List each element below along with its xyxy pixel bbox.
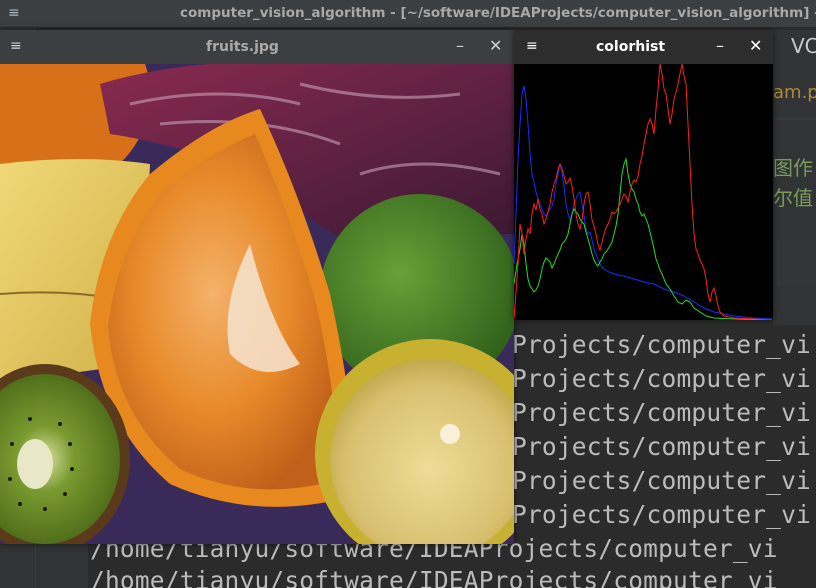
console-line: /home/tianyu/software/IDEAProjects/compu…: [90, 566, 778, 588]
colorhist-window[interactable]: ≡ colorhist – ✕: [513, 30, 773, 321]
window-title: colorhist: [596, 39, 666, 55]
hamburger-icon[interactable]: ≡: [10, 38, 22, 54]
console-line: Projects/computer_vi: [512, 364, 812, 393]
desktop: VC am.p 图作 尔值 Projects/computer_vi Proje…: [0, 0, 816, 588]
window-title: fruits.jpg: [206, 39, 279, 55]
console-line: Projects/computer_vi: [512, 432, 812, 461]
editor-divider: [773, 240, 816, 286]
ide-window-title: computer_vision_algorithm - [~/software/…: [180, 5, 816, 21]
editor-comment-fragment: 图作: [773, 156, 813, 180]
editor-divider: [773, 118, 816, 120]
console-line: Projects/computer_vi: [512, 500, 812, 529]
console-line: Projects/computer_vi: [512, 466, 812, 495]
ide-title-bar[interactable]: ≡ computer_vision_algorithm - [~/softwar…: [0, 0, 816, 28]
hamburger-icon[interactable]: ≡: [8, 5, 20, 21]
window-title-bar[interactable]: ≡ colorhist – ✕: [514, 30, 773, 64]
close-icon[interactable]: ✕: [489, 36, 502, 55]
minimize-icon[interactable]: –: [456, 36, 464, 55]
close-icon[interactable]: ✕: [749, 36, 762, 55]
editor-tab-fragment[interactable]: VC: [791, 34, 816, 58]
fruits-image: [0, 64, 514, 544]
console-line: Projects/computer_vi: [512, 330, 812, 359]
histogram-blue-line: [513, 85, 773, 320]
histogram-canvas: [513, 63, 773, 321]
console-line: Projects/computer_vi: [512, 398, 812, 427]
hamburger-icon[interactable]: ≡: [526, 38, 538, 54]
editor-code-fragment: am.p: [773, 82, 816, 103]
editor-comment-fragment: 尔值: [773, 186, 813, 210]
fruits-image-window[interactable]: ≡ fruits.jpg – ✕: [0, 30, 514, 544]
histogram-green-line: [513, 157, 773, 321]
minimize-icon[interactable]: –: [716, 36, 724, 55]
window-title-bar[interactable]: ≡ fruits.jpg – ✕: [0, 30, 514, 64]
